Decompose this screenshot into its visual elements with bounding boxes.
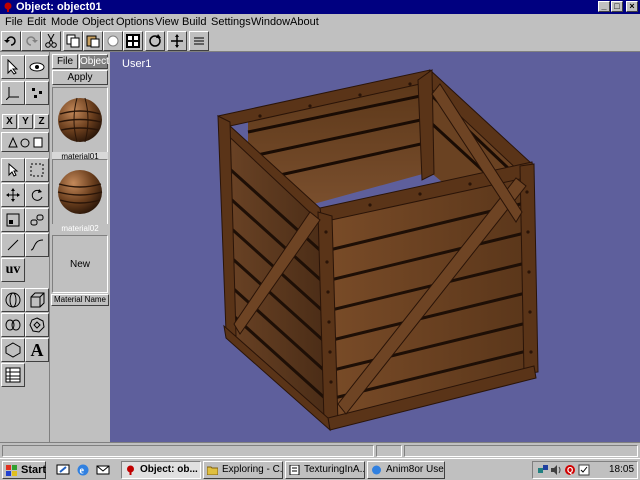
refresh-icon[interactable] [145,31,165,51]
copy-icon[interactable] [63,31,83,51]
y-axis-toggle[interactable]: Y [18,114,33,129]
cube-primitive-icon[interactable] [25,288,49,312]
polygon-primitive-icon[interactable] [1,338,25,362]
system-tray: Q 18:05 [532,461,638,479]
anim8or-icon [127,465,134,475]
menu-object[interactable]: Object [82,16,114,28]
link-tool-icon[interactable] [25,208,49,232]
scheduler-icon[interactable] [578,464,590,476]
curve-tool-icon[interactable] [25,233,49,257]
svg-text:Q: Q [567,466,573,475]
clear-icon[interactable] [103,31,123,51]
move-tool-icon[interactable] [1,183,25,207]
list-icon[interactable] [189,31,209,51]
task-texturing[interactable]: TexturingInA... [285,461,365,479]
horizontal-scrollbar[interactable] [0,442,640,458]
sphere-primitive-icon[interactable] [1,288,25,312]
menu-about[interactable]: About [290,16,319,28]
geosphere-primitive-icon[interactable] [25,313,49,337]
outlook-express-icon[interactable] [96,463,110,477]
task-exploring[interactable]: Exploring - C... [203,461,283,479]
material-panel: File Object Apply material01 material02 … [50,52,110,442]
tab-file[interactable]: File [52,54,78,69]
menu-bar: File Edit Mode Object Options View Build… [0,14,640,30]
network-icon[interactable] [537,464,549,476]
document-icon [289,465,300,475]
material-thumbnail[interactable] [52,159,108,225]
close-button[interactable]: × [626,1,638,12]
internet-explorer-icon[interactable]: e [76,463,90,477]
task-object[interactable]: Object: ob... [121,461,201,479]
status-field [404,445,638,457]
material-label[interactable]: material02 [52,224,108,235]
redo-icon[interactable] [21,31,41,51]
scale-tool-icon[interactable] [1,208,25,232]
menu-settings[interactable]: Settings [211,16,251,28]
new-material-button[interactable]: New [52,235,108,293]
material-thumbnail[interactable] [52,87,108,153]
toolbar [0,30,640,52]
menu-view[interactable]: View [155,16,179,28]
menu-edit[interactable]: Edit [27,16,46,28]
menu-options[interactable]: Options [116,16,154,28]
minimize-button[interactable]: _ [598,1,610,12]
cut-icon[interactable] [41,31,61,51]
tool-palette: X Y Z uv A [0,52,50,442]
points-icon[interactable] [25,81,49,105]
window-title: Object: object01 [16,1,102,13]
rect-select-icon[interactable] [25,158,49,182]
menu-mode[interactable]: Mode [51,16,79,28]
cylinder-primitive-icon[interactable] [1,313,25,337]
shapes-toggle-icon[interactable] [1,132,49,152]
undo-icon[interactable] [1,31,21,51]
menu-window[interactable]: Window [251,16,290,28]
volume-icon[interactable] [550,464,562,476]
x-axis-toggle[interactable]: X [2,114,17,129]
show-desktop-icon[interactable] [56,463,70,477]
move-icon[interactable] [167,31,187,51]
text-primitive-tool[interactable]: A [25,338,49,362]
maximize-button[interactable]: □ [611,1,623,12]
paste-icon[interactable] [83,31,103,51]
z-axis-toggle[interactable]: Z [34,114,49,129]
menu-file[interactable]: File [5,16,23,28]
viewport[interactable]: User1 [110,52,640,442]
folder-icon [207,466,218,475]
uv-tool[interactable]: uv [1,258,25,282]
task-anim8or-user[interactable]: Anim8or User'... [367,461,445,479]
eye-icon[interactable] [25,55,49,79]
pointer-tool-icon[interactable] [1,158,25,182]
start-button[interactable]: Start [2,461,46,479]
rotate-tool-icon[interactable] [25,183,49,207]
status-field [376,445,402,457]
start-label: Start [21,464,47,476]
axis-icon[interactable] [1,81,25,105]
app-icon [4,2,12,12]
apply-button[interactable]: Apply [52,70,108,85]
svg-text:e: e [80,466,85,477]
tab-object[interactable]: Object [79,54,109,69]
status-field [2,445,374,457]
line-tool-icon[interactable] [1,233,25,257]
grid-icon[interactable] [123,31,143,51]
title-bar: Object: object01 _ □ × [0,0,640,14]
menu-build[interactable]: Build [182,16,206,28]
taskbar: Start e Object: ob... Exploring - C... T… [0,458,640,480]
clock: 18:05 [609,464,635,475]
browser-icon [372,465,381,475]
table-icon[interactable] [1,363,25,387]
antivirus-icon[interactable]: Q [564,464,576,476]
material-name-button[interactable]: Material Name [51,294,109,306]
arrow-select-icon[interactable] [1,55,25,79]
windows-logo-icon [6,465,17,476]
wooden-crate-model [216,69,539,432]
